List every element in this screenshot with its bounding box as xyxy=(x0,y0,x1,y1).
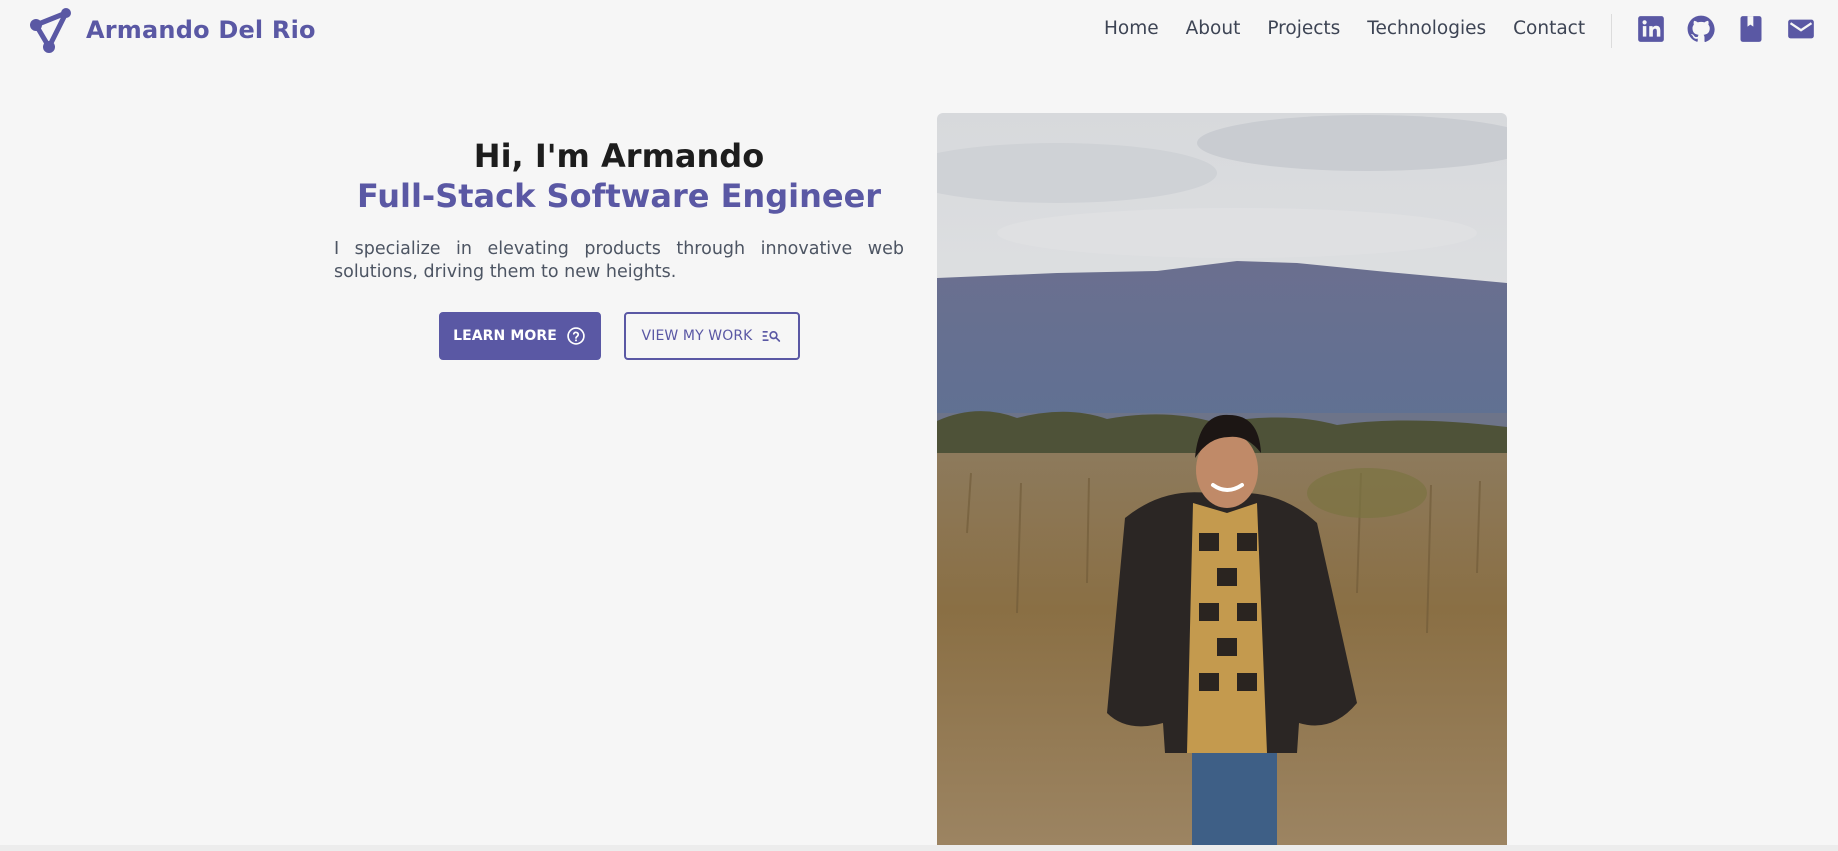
portrait-illustration xyxy=(937,113,1507,845)
hero-intro: Hi, I'm Armando Full-Stack Software Engi… xyxy=(334,136,904,360)
view-my-work-label: VIEW MY WORK xyxy=(641,328,753,344)
view-my-work-button[interactable]: VIEW MY WORK xyxy=(623,312,800,360)
linkedin-icon xyxy=(1638,16,1664,42)
hero-buttons: LEARN MORE VIEW MY WORK xyxy=(334,312,904,360)
page: Armando Del Rio Home About Projects Tech… xyxy=(0,0,1838,851)
learn-more-button[interactable]: LEARN MORE xyxy=(438,312,601,360)
email-link[interactable] xyxy=(1786,14,1816,44)
nav-projects[interactable]: Projects xyxy=(1267,18,1340,39)
portrait-photo xyxy=(937,113,1507,845)
nav-contact[interactable]: Contact xyxy=(1513,18,1585,39)
linkedin-link[interactable] xyxy=(1636,14,1666,44)
hero-role: Full-Stack Software Engineer xyxy=(356,177,882,215)
brand-name: Armando Del Rio xyxy=(86,16,316,44)
social-links xyxy=(1636,14,1816,44)
hero-tagline: I specialize in elevating products throu… xyxy=(334,239,904,282)
site-header: Armando Del Rio Home About Projects Tech… xyxy=(0,0,1838,62)
main-nav: Home About Projects Technologies Contact xyxy=(1104,18,1585,39)
github-link[interactable] xyxy=(1686,14,1716,44)
question-circle-icon xyxy=(567,327,585,345)
blog-link[interactable] xyxy=(1736,14,1766,44)
nav-about[interactable]: About xyxy=(1186,18,1241,39)
hero-greeting: Hi, I'm Armando xyxy=(473,137,765,175)
book-icon xyxy=(1740,16,1762,42)
learn-more-label: LEARN MORE xyxy=(453,328,557,344)
brand-home-link[interactable]: Armando Del Rio xyxy=(28,6,316,54)
nav-home[interactable]: Home xyxy=(1104,18,1159,39)
triangle-nodes-icon xyxy=(30,8,71,53)
github-icon xyxy=(1687,15,1715,42)
nav-divider xyxy=(1611,14,1612,48)
list-search-icon xyxy=(763,331,781,342)
mail-icon xyxy=(1788,19,1814,39)
nav-technologies[interactable]: Technologies xyxy=(1367,18,1486,39)
page-bottom-edge xyxy=(0,845,1838,851)
